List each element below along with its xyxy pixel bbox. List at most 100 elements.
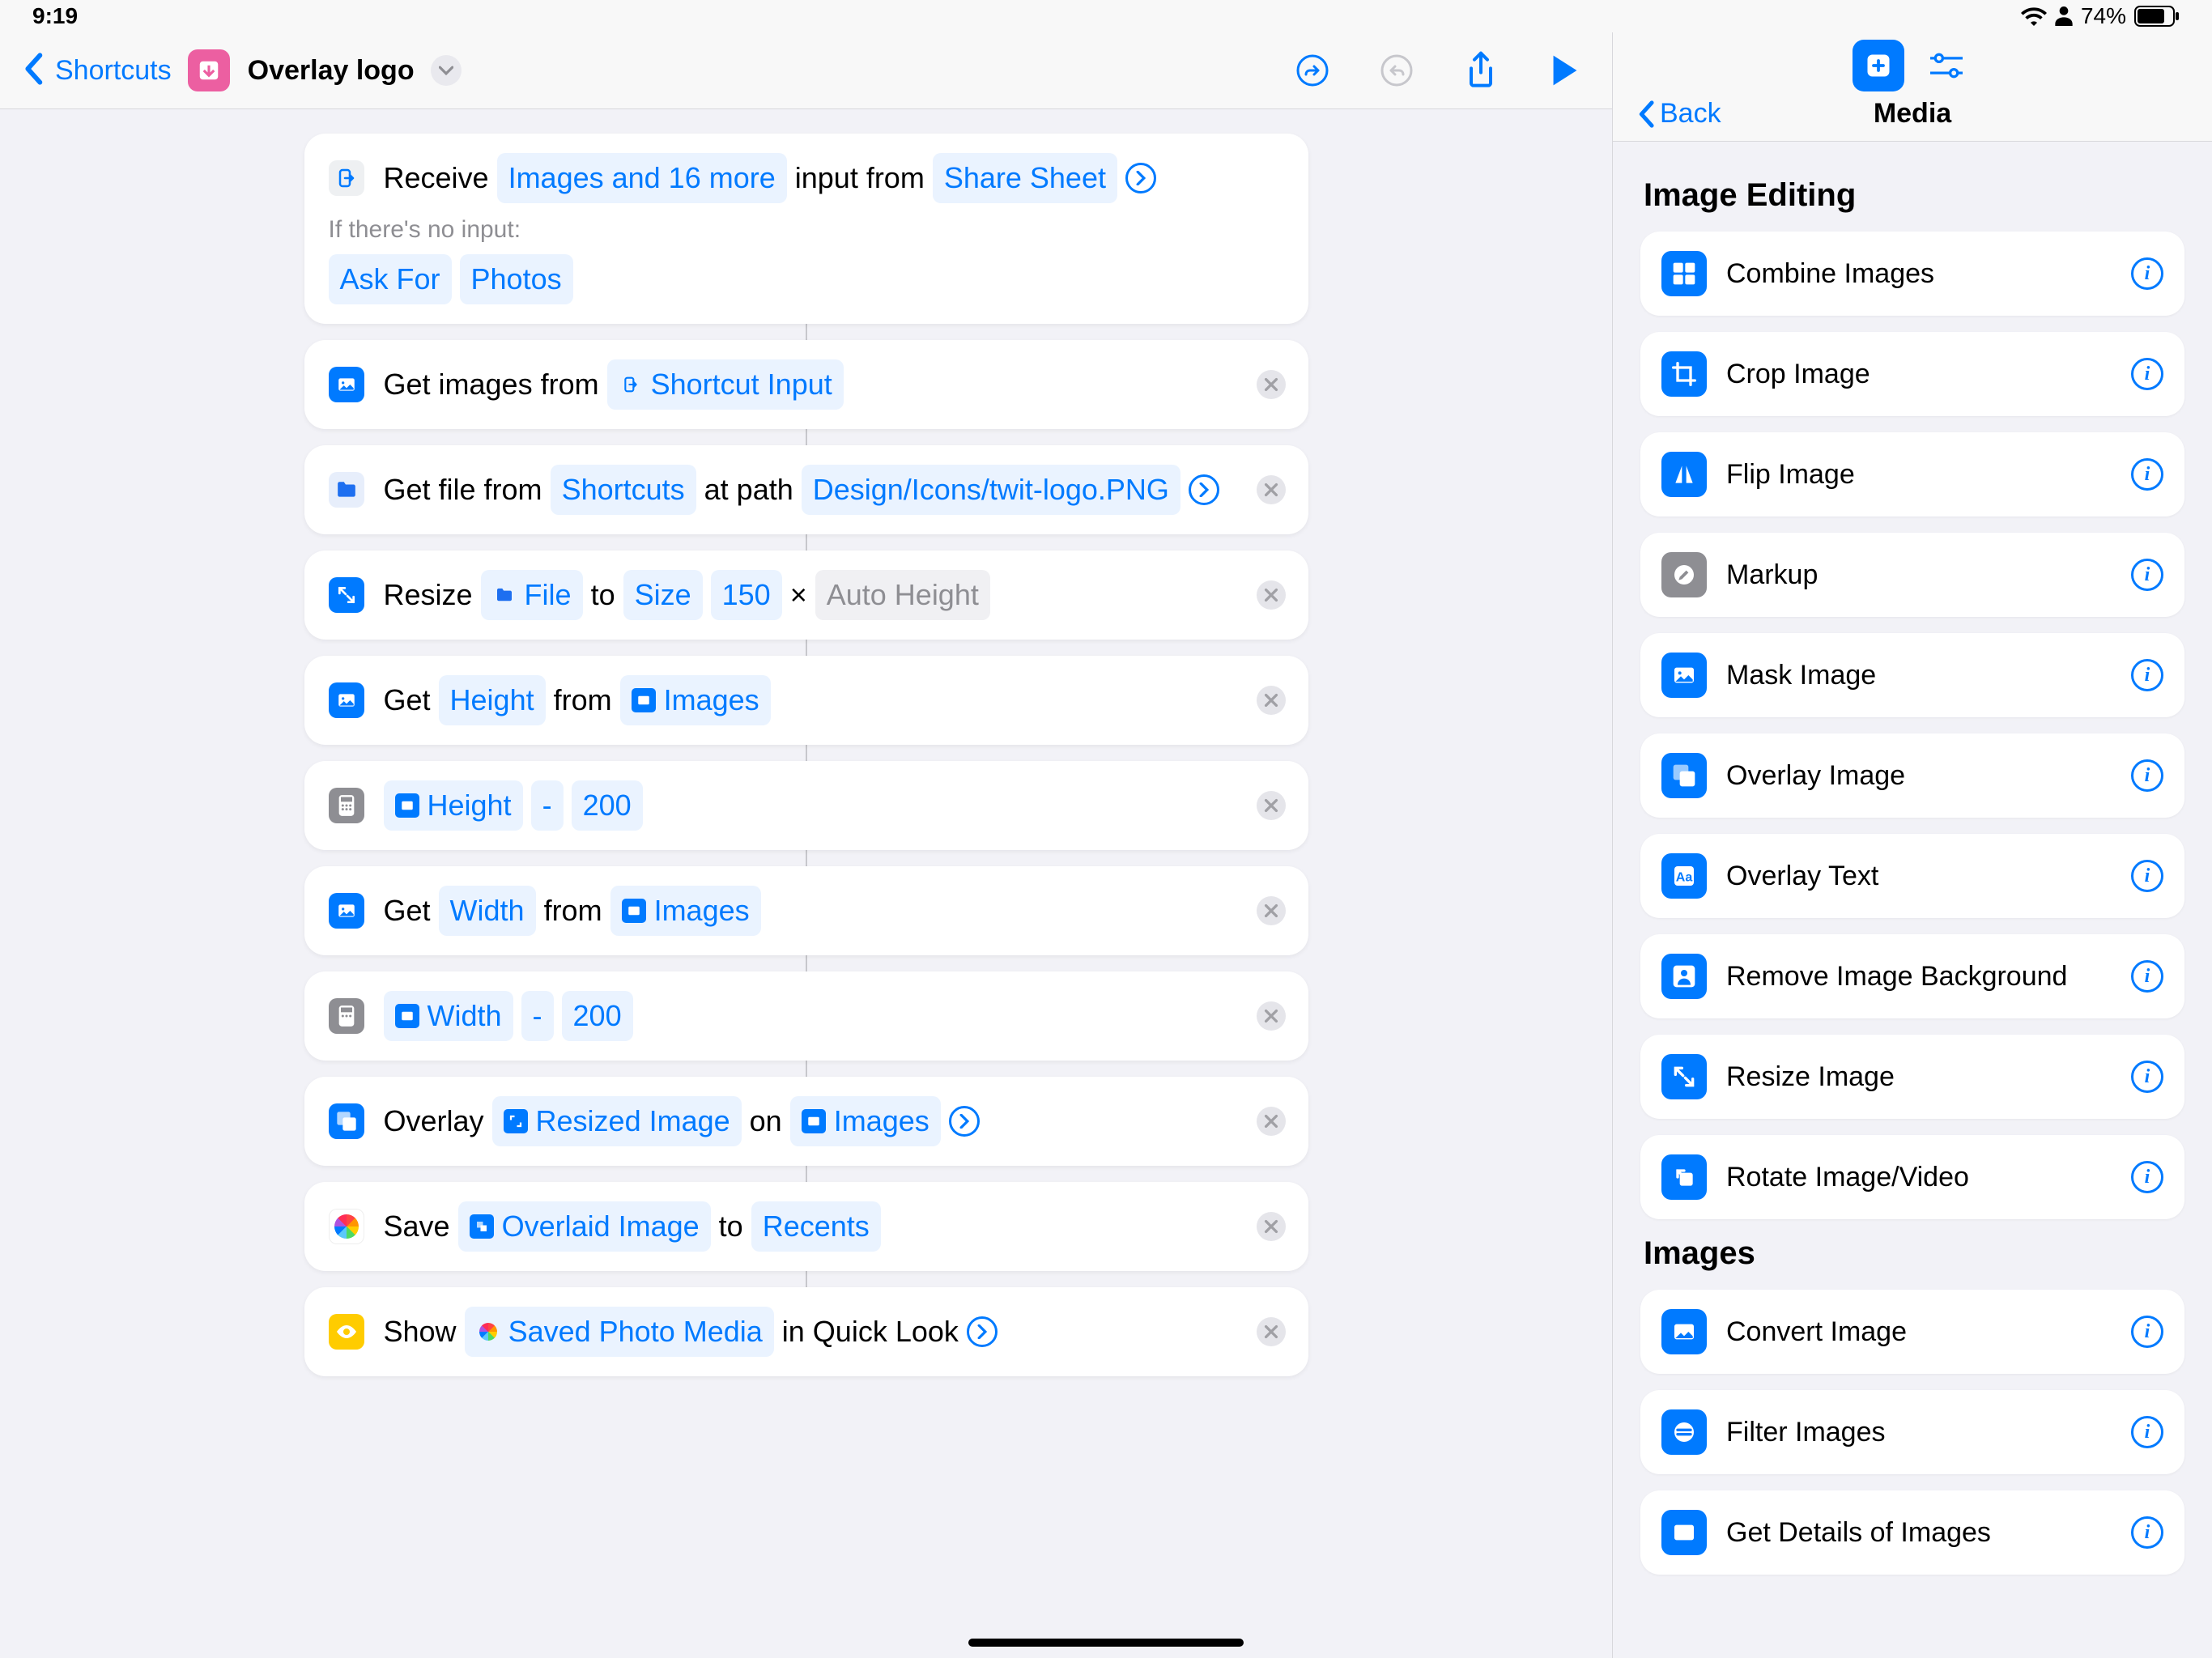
undo-button[interactable] xyxy=(1288,46,1337,95)
action-resize[interactable]: Resize File to Size 150 × Auto Height xyxy=(304,551,1308,640)
action-overlay[interactable]: Overlay Resized Image on Images xyxy=(304,1077,1308,1166)
token-number[interactable]: 200 xyxy=(572,780,643,831)
action-text: Show xyxy=(384,1310,457,1354)
action-text: Overlay xyxy=(384,1099,484,1143)
token-height-auto[interactable]: Auto Height xyxy=(815,570,990,620)
settings-tab-button[interactable] xyxy=(1921,40,1972,91)
info-button[interactable]: i xyxy=(2131,458,2163,491)
token-width-var[interactable]: Width xyxy=(384,991,513,1041)
delete-action-button[interactable] xyxy=(1257,896,1286,925)
delete-action-button[interactable] xyxy=(1257,1001,1286,1031)
delete-action-button[interactable] xyxy=(1257,370,1286,399)
token-ask-for[interactable]: Ask For xyxy=(329,254,452,304)
info-button[interactable]: i xyxy=(2131,960,2163,993)
action-item-convert-image[interactable]: Convert Image i xyxy=(1640,1290,2184,1374)
token-overlaid-image[interactable]: Overlaid Image xyxy=(458,1201,711,1252)
token-photos[interactable]: Photos xyxy=(460,254,573,304)
token-operator[interactable]: - xyxy=(531,780,564,831)
images-mini-icon xyxy=(622,899,646,923)
token-width[interactable]: Width xyxy=(439,886,536,936)
info-button[interactable]: i xyxy=(2131,1516,2163,1549)
action-text: on xyxy=(750,1099,782,1143)
info-button[interactable]: i xyxy=(2131,659,2163,691)
info-button[interactable]: i xyxy=(2131,559,2163,591)
action-item-overlay-image[interactable]: Overlay Image i xyxy=(1640,733,2184,818)
run-button[interactable] xyxy=(1541,46,1589,95)
action-item-crop-image[interactable]: Crop Image i xyxy=(1640,332,2184,416)
action-calculate-height[interactable]: Height - 200 xyxy=(304,761,1308,850)
share-button[interactable] xyxy=(1457,46,1505,95)
delete-action-button[interactable] xyxy=(1257,1212,1286,1241)
action-calculate-width[interactable]: Width - 200 xyxy=(304,971,1308,1061)
token-resized-image[interactable]: Resized Image xyxy=(492,1096,742,1146)
disclosure-button[interactable] xyxy=(1125,163,1156,193)
info-button[interactable]: i xyxy=(2131,1061,2163,1093)
action-item-get-details[interactable]: Get Details of Images i xyxy=(1640,1490,2184,1575)
token-file[interactable]: File xyxy=(481,570,583,620)
token-share-sheet[interactable]: Share Sheet xyxy=(933,153,1117,203)
action-item-combine-images[interactable]: Combine Images i xyxy=(1640,232,2184,316)
action-save[interactable]: Save Overlaid Image to Recents xyxy=(304,1182,1308,1271)
action-item-mask-image[interactable]: Mask Image i xyxy=(1640,633,2184,717)
delete-action-button[interactable] xyxy=(1257,1107,1286,1136)
redo-button[interactable] xyxy=(1372,46,1421,95)
action-get-height[interactable]: Get Height from Images xyxy=(304,656,1308,745)
token-shortcuts-folder[interactable]: Shortcuts xyxy=(551,465,696,515)
token-file-path[interactable]: Design/Icons/twit-logo.PNG xyxy=(802,465,1180,515)
info-button[interactable]: i xyxy=(2131,1416,2163,1448)
delete-action-button[interactable] xyxy=(1257,475,1286,504)
shortcut-icon xyxy=(188,49,230,91)
token-input-types[interactable]: Images and 16 more xyxy=(497,153,787,203)
token-height[interactable]: Height xyxy=(439,675,546,725)
editor-canvas[interactable]: Receive Images and 16 more input from Sh… xyxy=(0,109,1612,1658)
token-width-value[interactable]: 150 xyxy=(711,570,782,620)
action-item-remove-background[interactable]: Remove Image Background i xyxy=(1640,934,2184,1018)
info-button[interactable]: i xyxy=(2131,358,2163,390)
back-label[interactable]: Shortcuts xyxy=(55,55,172,87)
token-images-var[interactable]: Images xyxy=(620,675,771,725)
quick-look-icon xyxy=(329,1314,364,1350)
token-size[interactable]: Size xyxy=(623,570,703,620)
token-saved-media[interactable]: Saved Photo Media xyxy=(465,1307,774,1357)
delete-action-button[interactable] xyxy=(1257,686,1286,715)
disclosure-button[interactable] xyxy=(949,1106,980,1137)
token-images-var[interactable]: Images xyxy=(790,1096,941,1146)
token-recents[interactable]: Recents xyxy=(751,1201,881,1252)
battery-icon xyxy=(2134,6,2180,27)
title-menu-button[interactable] xyxy=(431,55,462,86)
side-body[interactable]: Image Editing Combine Images i Crop Imag… xyxy=(1613,142,2212,1658)
action-item-rotate[interactable]: Rotate Image/Video i xyxy=(1640,1135,2184,1219)
side-back-button[interactable]: Back xyxy=(1637,98,1721,130)
back-button[interactable] xyxy=(23,53,44,89)
delete-action-button[interactable] xyxy=(1257,791,1286,820)
action-get-file[interactable]: Get file from Shortcuts at path Design/I… xyxy=(304,445,1308,534)
library-tab-button[interactable] xyxy=(1853,40,1904,91)
action-get-width[interactable]: Get Width from Images xyxy=(304,866,1308,955)
token-number[interactable]: 200 xyxy=(562,991,633,1041)
overlay-text-icon: Aa xyxy=(1661,853,1707,899)
info-button[interactable]: i xyxy=(2131,257,2163,290)
action-item-filter-images[interactable]: Filter Images i xyxy=(1640,1390,2184,1474)
token-height-var[interactable]: Height xyxy=(384,780,523,831)
token-operator[interactable]: - xyxy=(521,991,554,1041)
action-receive[interactable]: Receive Images and 16 more input from Sh… xyxy=(304,134,1308,324)
action-quick-look[interactable]: Show Saved Photo Media in Quick Look xyxy=(304,1287,1308,1376)
action-item-overlay-text[interactable]: Aa Overlay Text i xyxy=(1640,834,2184,918)
delete-action-button[interactable] xyxy=(1257,580,1286,610)
action-item-markup[interactable]: Markup i xyxy=(1640,533,2184,617)
token-shortcut-input[interactable]: Shortcut Input xyxy=(607,359,844,410)
info-button[interactable]: i xyxy=(2131,1316,2163,1348)
info-button[interactable]: i xyxy=(2131,860,2163,892)
rotate-icon xyxy=(1661,1154,1707,1200)
info-button[interactable]: i xyxy=(2131,1161,2163,1193)
disclosure-button[interactable] xyxy=(1189,474,1219,505)
photos-app-icon xyxy=(329,1209,364,1244)
action-item-flip-image[interactable]: Flip Image i xyxy=(1640,432,2184,517)
action-get-images[interactable]: Get images from Shortcut Input xyxy=(304,340,1308,429)
delete-action-button[interactable] xyxy=(1257,1317,1286,1346)
disclosure-button[interactable] xyxy=(967,1316,998,1347)
info-button[interactable]: i xyxy=(2131,759,2163,792)
connector xyxy=(806,324,807,340)
action-item-resize-image[interactable]: Resize Image i xyxy=(1640,1035,2184,1119)
token-images-var[interactable]: Images xyxy=(610,886,761,936)
